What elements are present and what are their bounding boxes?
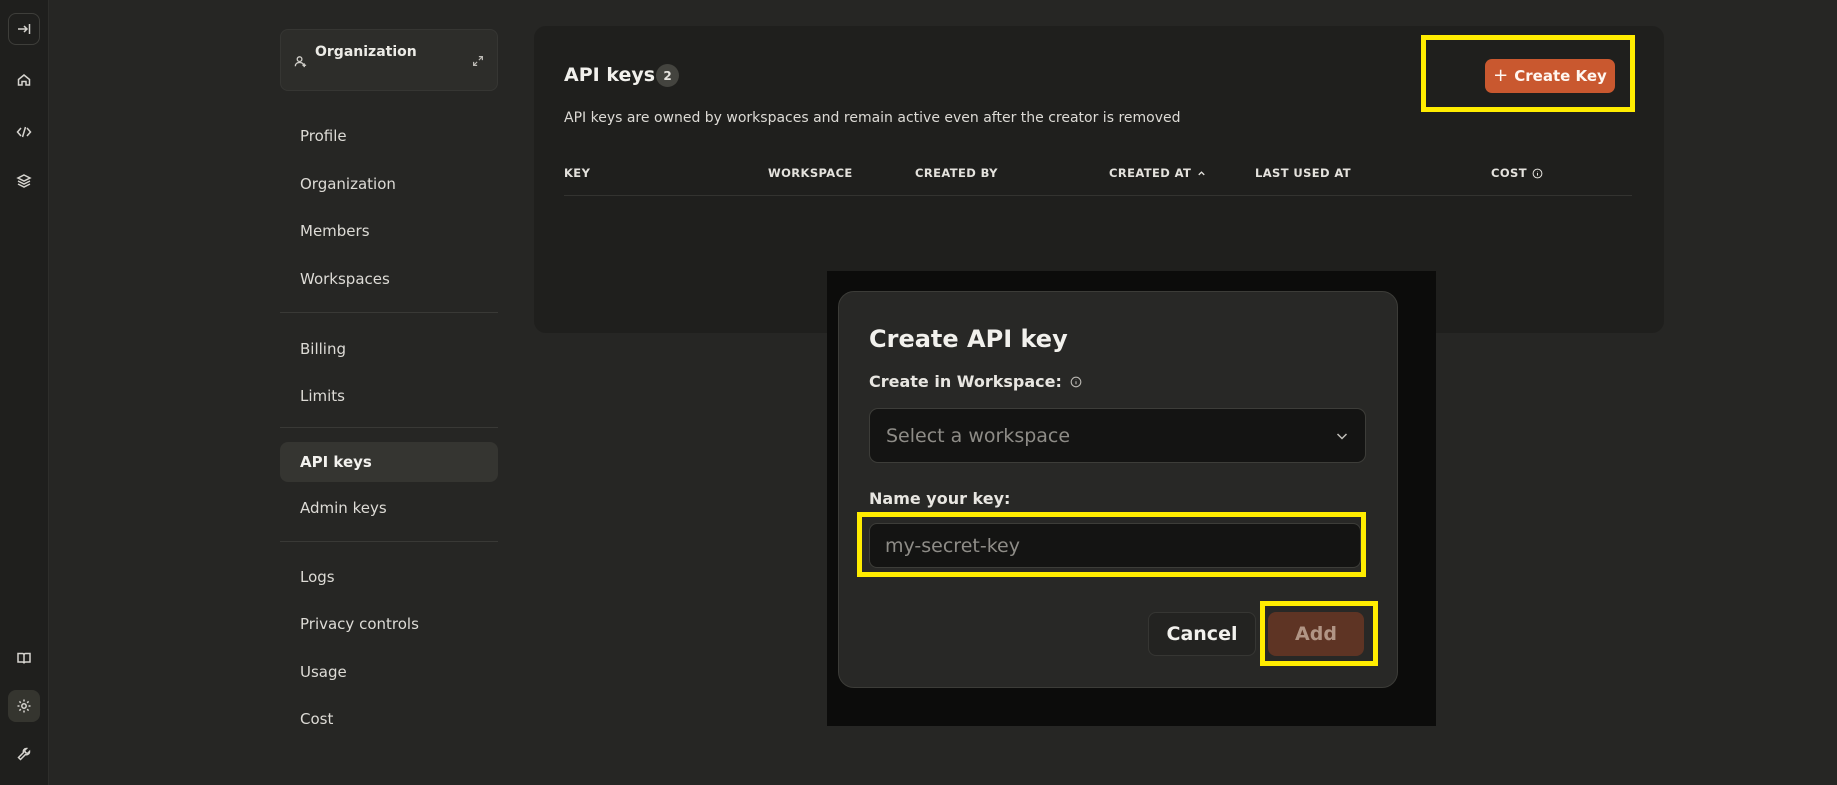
count-badge: 2 bbox=[656, 64, 679, 87]
book-icon[interactable] bbox=[8, 642, 40, 674]
add-button[interactable]: Add bbox=[1268, 612, 1364, 656]
create-key-button[interactable]: + Create Key bbox=[1485, 59, 1615, 93]
sidebar-divider bbox=[280, 541, 498, 542]
column-header-cost[interactable]: COST bbox=[1491, 166, 1543, 180]
cancel-button[interactable]: Cancel bbox=[1148, 612, 1256, 656]
workspace-select[interactable]: Select a workspace bbox=[869, 408, 1366, 463]
workspace-select-placeholder: Select a workspace bbox=[886, 424, 1071, 447]
dialog-title: Create API key bbox=[869, 325, 1068, 353]
sidebar-item-workspaces[interactable]: Workspaces bbox=[280, 259, 498, 299]
sidebar-item-usage[interactable]: Usage bbox=[280, 652, 498, 692]
organization-icon bbox=[294, 56, 307, 68]
sidebar-divider bbox=[280, 427, 498, 428]
expand-arrows-icon bbox=[473, 56, 483, 66]
sidebar-item-privacy-controls[interactable]: Privacy controls bbox=[280, 604, 498, 644]
expand-sidebar-icon[interactable] bbox=[8, 13, 40, 45]
column-header-workspace[interactable]: WORKSPACE bbox=[768, 166, 853, 180]
workspace-label: Create in Workspace: bbox=[869, 372, 1082, 391]
sort-ascending-icon bbox=[1198, 170, 1205, 175]
table-header-divider bbox=[564, 195, 1632, 196]
info-icon bbox=[1532, 168, 1543, 178]
page-title: API keys bbox=[564, 64, 656, 86]
sidebar-item-api-keys[interactable]: API keys bbox=[280, 442, 498, 482]
sidebar-item-profile[interactable]: Profile bbox=[280, 116, 498, 156]
column-header-created-at[interactable]: CREATED AT bbox=[1109, 166, 1207, 180]
icon-rail bbox=[0, 0, 49, 785]
home-icon[interactable] bbox=[8, 64, 40, 96]
column-header-key[interactable]: KEY bbox=[564, 166, 590, 180]
sidebar-item-limits[interactable]: Limits bbox=[280, 376, 498, 416]
plus-icon: + bbox=[1493, 65, 1509, 86]
column-header-created-by[interactable]: CREATED BY bbox=[915, 166, 998, 180]
create-api-key-dialog: Create API key Create in Workspace: Sele… bbox=[838, 291, 1398, 688]
wrench-icon[interactable] bbox=[8, 738, 40, 770]
info-icon bbox=[1070, 376, 1082, 387]
page-description: API keys are owned by workspaces and rem… bbox=[564, 110, 1181, 126]
sidebar-item-members[interactable]: Members bbox=[280, 211, 498, 251]
chevron-down-icon bbox=[1336, 433, 1348, 440]
sidebar-item-logs[interactable]: Logs bbox=[280, 557, 498, 597]
sidebar-item-organization[interactable]: Organization bbox=[280, 164, 498, 204]
key-name-input[interactable] bbox=[869, 523, 1361, 568]
sidebar-item-billing[interactable]: Billing bbox=[280, 329, 498, 369]
create-key-label: Create Key bbox=[1514, 67, 1607, 85]
layers-icon[interactable] bbox=[8, 165, 40, 197]
sidebar-item-admin-keys[interactable]: Admin keys bbox=[280, 488, 498, 528]
sidebar-divider bbox=[280, 312, 498, 313]
code-icon[interactable] bbox=[8, 116, 40, 148]
column-header-last-used-at[interactable]: LAST USED AT bbox=[1255, 166, 1351, 180]
organization-name: Organization bbox=[315, 44, 417, 60]
organization-switcher[interactable]: Organization bbox=[280, 29, 498, 91]
key-name-label: Name your key: bbox=[869, 489, 1011, 508]
settings-icon[interactable] bbox=[8, 690, 40, 722]
sidebar-item-cost[interactable]: Cost bbox=[280, 699, 498, 739]
